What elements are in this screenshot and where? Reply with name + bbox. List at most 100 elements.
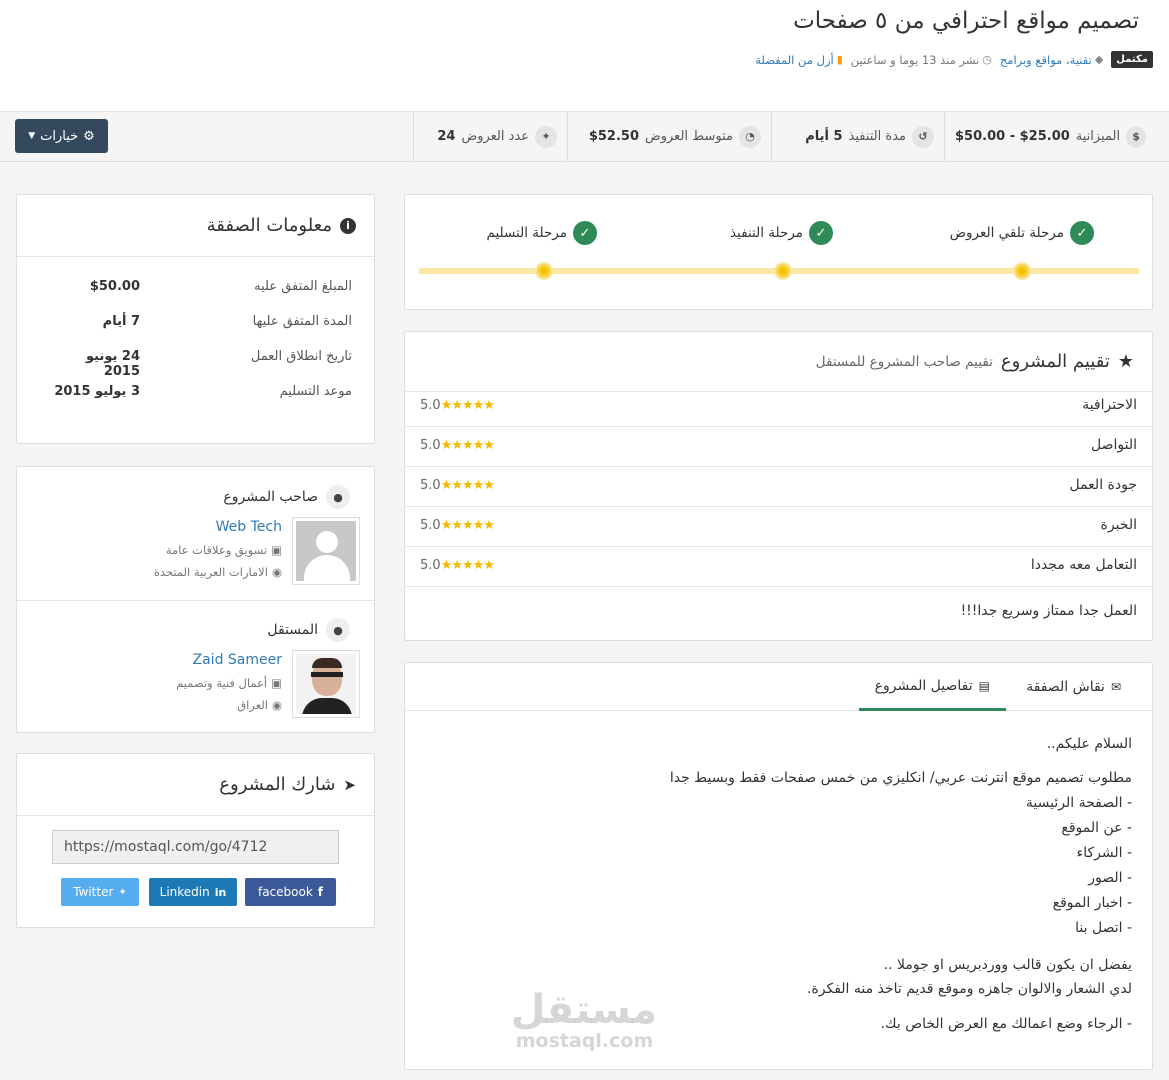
rating-title: تقييم المشروع bbox=[1000, 351, 1110, 372]
ticket-icon: ✦ bbox=[535, 125, 557, 148]
stat-bids: ✦ عدد العروض 24 bbox=[413, 112, 567, 161]
facebook-button[interactable]: facebook f bbox=[245, 878, 336, 906]
map-marker-icon: ◉ bbox=[271, 565, 282, 579]
category-link[interactable]: تقنية، مواقع وبرامج bbox=[1000, 53, 1092, 67]
pie-chart-icon: ◔ bbox=[739, 125, 761, 148]
tab-details[interactable]: ▤ تفاصيل المشروع bbox=[858, 663, 1006, 711]
description-line: يفضل ان يكون قالب ووردبريس او جوملا .. bbox=[883, 957, 1132, 973]
twitter-icon: ✦ bbox=[118, 886, 127, 898]
status-badge: مكتمل bbox=[1111, 51, 1153, 68]
owner-avatar[interactable] bbox=[292, 517, 360, 585]
file-icon: ▤ bbox=[978, 678, 990, 693]
duration-value: 5 أيام bbox=[805, 129, 843, 144]
tabs: ✉ نقاش الصفقة ▤ تفاصيل المشروع bbox=[405, 663, 1152, 711]
rating-row: الاحترافية 5.0 ★★★★★ bbox=[405, 387, 1152, 427]
description-line: - اتصل بنا bbox=[1075, 920, 1132, 936]
description-line: - الرجاء وضع اعمالك مع العرض الخاص بك. bbox=[880, 1016, 1132, 1032]
progress-dot bbox=[1013, 262, 1031, 280]
info-label: تاريخ انطلاق العمل bbox=[250, 349, 352, 364]
star-icon: ★ bbox=[1117, 351, 1134, 372]
rating-label: التواصل bbox=[1091, 437, 1137, 453]
budget-value: $25.00 - $50.00 bbox=[955, 129, 1070, 144]
info-label: المبلغ المتفق عليه bbox=[254, 279, 352, 294]
owner-label: صاحب المشروع bbox=[223, 489, 318, 505]
description-line: لدي الشعار والالوان جاهزه وموقع قديم تاخ… bbox=[806, 981, 1132, 997]
average-value: $52.50 bbox=[588, 129, 640, 144]
share-url-field[interactable]: https://mostaql.com/go/4712 bbox=[52, 830, 339, 864]
remove-favorite-link[interactable]: ▮ أزل من المفضلة bbox=[755, 53, 843, 67]
rating-label: التعامل معه مجددا bbox=[1030, 557, 1137, 573]
budget-label: الميزانية bbox=[1075, 129, 1121, 144]
linkedin-icon: in bbox=[214, 885, 227, 899]
info-value: 3 يوليو 2015 bbox=[54, 384, 140, 399]
freelancer-avatar[interactable] bbox=[292, 650, 360, 718]
twitter-label: Twitter bbox=[73, 885, 114, 899]
rating-header: ★ تقييم المشروع تقييم صاحب المشروع للمست… bbox=[405, 332, 1152, 392]
rating-score: 5.0 bbox=[420, 398, 441, 413]
dollar-icon: $ bbox=[1126, 125, 1146, 148]
deal-info-header: i معلومات الصفقة bbox=[17, 195, 374, 257]
briefcase-icon: ▣ bbox=[271, 543, 282, 557]
share-icon: ➤ bbox=[343, 775, 356, 794]
rating-value: 5.0 ★★★★★ bbox=[420, 518, 495, 533]
stars-icon: ★★★★★ bbox=[440, 478, 495, 493]
caret-down-icon: ▼ bbox=[28, 131, 36, 141]
share-header: ➤ شارك المشروع bbox=[17, 754, 374, 816]
freelancer-field-text: أعمال فنية وتصميم bbox=[176, 676, 268, 690]
info-value: $50.00 bbox=[89, 279, 140, 294]
description-line: - عن الموقع bbox=[1061, 820, 1132, 836]
map-marker-icon: ◉ bbox=[271, 698, 282, 712]
rating-panel: ★ تقييم المشروع تقييم صاحب المشروع للمست… bbox=[404, 331, 1153, 641]
options-label: خيارات bbox=[40, 128, 79, 144]
project-meta: مكتمل ◆ تقنية، مواقع وبرامج ◷ نشر منذ 13… bbox=[755, 51, 1153, 68]
user-icon: ● bbox=[326, 618, 350, 642]
rating-row: جودة العمل 5.0 ★★★★★ bbox=[405, 467, 1152, 507]
comments-icon: ✉ bbox=[1110, 680, 1121, 694]
briefcase-icon: ▣ bbox=[271, 676, 282, 690]
freelancer-name-link[interactable]: Zaid Sameer bbox=[193, 652, 282, 668]
options-button[interactable]: ⚙ خيارات ▼ bbox=[15, 119, 108, 153]
stat-budget: $ الميزانية $25.00 - $50.00 bbox=[944, 112, 1156, 161]
rating-value: 5.0 ★★★★★ bbox=[420, 478, 495, 493]
owner-location-text: الامارات العربية المتحدة bbox=[153, 565, 268, 579]
watermark-arabic: مستقل bbox=[510, 987, 657, 1033]
freelancer-photo bbox=[296, 654, 356, 714]
info-label: موعد التسليم bbox=[279, 384, 352, 399]
description-line: مطلوب تصميم موقع انترنت عربي/ انكليزي من… bbox=[669, 770, 1132, 786]
rating-value: 5.0 ★★★★★ bbox=[420, 398, 495, 413]
rating-value: 5.0 ★★★★★ bbox=[420, 558, 495, 573]
rating-score: 5.0 bbox=[420, 478, 441, 493]
tab-discussion[interactable]: ✉ نقاش الصفقة bbox=[1010, 663, 1137, 711]
facebook-label: facebook bbox=[257, 885, 313, 899]
check-icon: ✓ bbox=[809, 221, 833, 245]
stage-execution: ✓ مرحلة التنفيذ bbox=[730, 221, 833, 245]
check-icon: ✓ bbox=[1070, 221, 1094, 245]
rating-row: التعامل معه مجددا 5.0 ★★★★★ bbox=[405, 547, 1152, 587]
rating-score: 5.0 bbox=[420, 518, 441, 533]
twitter-button[interactable]: Twitter ✦ bbox=[61, 878, 139, 906]
description-line: - اخبار الموقع bbox=[1052, 895, 1132, 911]
description-line: - الصور bbox=[1088, 870, 1132, 886]
owner-field-text: تسويق وعلاقات عامة bbox=[165, 543, 268, 557]
stage-label: مرحلة تلقي العروض bbox=[949, 225, 1064, 241]
info-value: 7 أيام bbox=[102, 314, 140, 329]
stage-bidding: ✓ مرحلة تلقي العروض bbox=[950, 221, 1094, 245]
mostaql-watermark: مستقل mostaql.com bbox=[510, 987, 657, 1052]
rating-label: الخبرة bbox=[1100, 517, 1137, 533]
tag-icon: ◆ bbox=[1094, 53, 1104, 66]
info-value: 24 يونيو 2015 bbox=[86, 349, 140, 379]
linkedin-button[interactable]: Linkedin in bbox=[149, 878, 237, 906]
freelancer-location-text: العراق bbox=[237, 698, 268, 712]
check-icon: ✓ bbox=[573, 221, 597, 245]
stars-icon: ★★★★★ bbox=[440, 518, 495, 533]
rating-value: 5.0 ★★★★★ bbox=[420, 438, 495, 453]
people-panel: ● صاحب المشروع Web Tech ▣ تسويق وعلاقات … bbox=[16, 466, 375, 733]
stat-duration: ↺ مدة التنفيذ 5 أيام bbox=[771, 112, 944, 161]
owner-field: ▣ تسويق وعلاقات عامة bbox=[166, 543, 282, 557]
info-row: موعد التسليم 3 يوليو 2015 bbox=[52, 384, 352, 399]
posted-time: ◷ نشر منذ 13 يوما و ساعتين bbox=[851, 53, 992, 67]
default-avatar bbox=[296, 521, 356, 581]
owner-name-link[interactable]: Web Tech bbox=[216, 519, 282, 535]
bookmark-icon: ▮ bbox=[836, 53, 843, 66]
freelancer-heading: ● المستقل bbox=[267, 618, 350, 642]
